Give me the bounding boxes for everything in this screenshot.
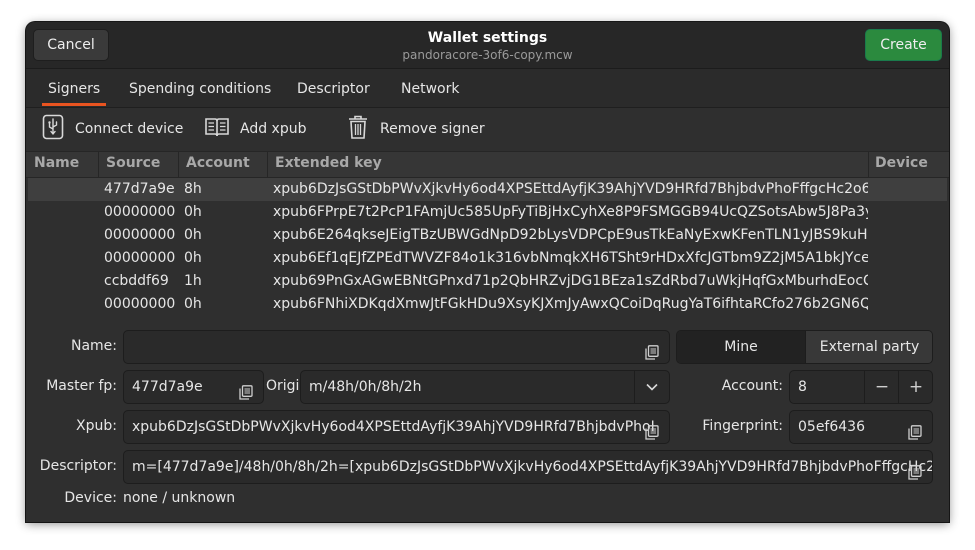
copy-icon[interactable] bbox=[908, 420, 922, 443]
signers-table-header: Name Source Account Extended key Device bbox=[26, 151, 949, 178]
decrement-button[interactable]: − bbox=[864, 371, 899, 403]
master-fp-field[interactable]: 477d7a9e bbox=[123, 370, 264, 404]
create-button[interactable]: Create bbox=[865, 29, 942, 61]
column-device[interactable]: Device bbox=[875, 155, 928, 171]
row-extended-key: xpub6FPrpE7t2PcP1FAmjUc585UpFyTiBjHxCyhX… bbox=[273, 204, 868, 220]
row-source: 00000000 bbox=[104, 227, 176, 243]
origin-value: m/48h/0h/8h/2h bbox=[309, 379, 422, 395]
usb-icon bbox=[41, 113, 75, 145]
row-account: 0h bbox=[184, 250, 202, 266]
signers-table-body: 477d7a9e 8h xpub6DzJsGStDbPWvXjkvHy6od4X… bbox=[26, 178, 949, 316]
xpub-label: Xpub: bbox=[76, 418, 117, 434]
table-row[interactable]: ccbddf69 1h xpub69PnGxAGwEBNtGPnxd71p2Qb… bbox=[28, 270, 947, 293]
row-account: 0h bbox=[184, 204, 202, 220]
row-source: ccbddf69 bbox=[104, 273, 169, 289]
master-fp-label: Master fp: bbox=[46, 378, 117, 394]
column-source[interactable]: Source bbox=[106, 155, 160, 171]
row-source: 00000000 bbox=[104, 204, 176, 220]
account-label: Account: bbox=[721, 378, 783, 394]
table-row[interactable]: 00000000 0h xpub6FPrpE7t2PcP1FAmjUc585Up… bbox=[28, 201, 947, 224]
tab-spending-conditions[interactable]: Spending conditions bbox=[129, 69, 271, 107]
signer-details-form: Name: Mine External party Master fp: 477… bbox=[26, 322, 949, 522]
row-account: 0h bbox=[184, 227, 202, 243]
dialog-title: Wallet settings bbox=[427, 30, 548, 46]
fingerprint-value: 05ef6436 bbox=[798, 419, 865, 435]
row-extended-key: xpub69PnGxAGwEBNtGPnxd71p2QbHRZvjDG1BEza… bbox=[273, 273, 868, 289]
signer-toolbar: Connect device Add xpub Remove signer bbox=[26, 108, 949, 150]
copy-icon[interactable] bbox=[645, 340, 659, 363]
remove-signer-button[interactable]: Remove signer bbox=[346, 108, 485, 150]
column-extended-key[interactable]: Extended key bbox=[275, 155, 382, 171]
row-source: 00000000 bbox=[104, 250, 176, 266]
add-xpub-button[interactable]: Add xpub bbox=[204, 108, 307, 150]
party-toggle: Mine External party bbox=[676, 330, 933, 364]
copy-icon[interactable] bbox=[908, 460, 922, 483]
column-account[interactable]: Account bbox=[186, 155, 250, 171]
table-row[interactable]: 477d7a9e 8h xpub6DzJsGStDbPWvXjkvHy6od4X… bbox=[28, 178, 947, 201]
row-account: 8h bbox=[184, 181, 202, 197]
add-xpub-label: Add xpub bbox=[240, 121, 307, 137]
master-fp-value: 477d7a9e bbox=[132, 379, 203, 395]
name-label: Name: bbox=[70, 338, 117, 354]
increment-button[interactable]: + bbox=[898, 371, 933, 403]
table-row[interactable]: 00000000 0h xpub6Ef1qEJfZPEdTWVZF84o1k31… bbox=[28, 247, 947, 270]
descriptor-label: Descriptor: bbox=[39, 458, 117, 474]
wallet-settings-dialog: Cancel Wallet settings pandoracore-3of6-… bbox=[26, 22, 949, 522]
tab-network[interactable]: Network bbox=[401, 69, 459, 107]
trash-icon bbox=[346, 114, 380, 144]
xpub-value: xpub6DzJsGStDbPWvXjkvHy6od4XPSEttdAyfjK3… bbox=[132, 419, 655, 435]
connect-device-label: Connect device bbox=[75, 121, 184, 137]
device-label: Device: bbox=[64, 490, 117, 506]
account-spinbutton[interactable]: 8 − + bbox=[789, 370, 933, 404]
row-source: 477d7a9e bbox=[104, 181, 175, 197]
chevron-down-icon[interactable] bbox=[634, 371, 669, 403]
device-value: none / unknown bbox=[123, 490, 236, 506]
external-party-option[interactable]: External party bbox=[805, 331, 932, 363]
origin-combo[interactable]: m/48h/0h/8h/2h bbox=[300, 370, 670, 404]
row-extended-key: xpub6FNhiXDKqdXmwJtFGkHDu9XsyKJXmJyAwxQC… bbox=[273, 296, 868, 312]
account-value: 8 bbox=[798, 379, 807, 395]
tab-bar: Signers Spending conditions Descriptor N… bbox=[26, 69, 949, 108]
row-account: 1h bbox=[184, 273, 202, 289]
tab-signers[interactable]: Signers bbox=[41, 69, 107, 107]
table-row[interactable]: 00000000 0h xpub6FNhiXDKqdXmwJtFGkHDu9Xs… bbox=[28, 293, 947, 316]
column-name[interactable]: Name bbox=[34, 155, 79, 171]
descriptor-field[interactable]: m=[477d7a9e]/48h/0h/8h/2h=[xpub6DzJsGStD… bbox=[123, 450, 933, 484]
fingerprint-label: Fingerprint: bbox=[702, 418, 783, 434]
xpub-field[interactable]: xpub6DzJsGStDbPWvXjkvHy6od4XPSEttdAyfjK3… bbox=[123, 410, 670, 444]
connect-device-button[interactable]: Connect device bbox=[41, 108, 183, 150]
row-account: 0h bbox=[184, 296, 202, 312]
row-extended-key: xpub6DzJsGStDbPWvXjkvHy6od4XPSEttdAyfjK3… bbox=[273, 181, 868, 197]
descriptor-value: m=[477d7a9e]/48h/0h/8h/2h=[xpub6DzJsGStD… bbox=[132, 459, 933, 475]
mine-option[interactable]: Mine bbox=[677, 331, 805, 363]
remove-signer-label: Remove signer bbox=[380, 121, 485, 137]
book-icon bbox=[204, 116, 240, 142]
table-row[interactable]: 00000000 0h xpub6E264qkseJEigTBzUBWGdNpD… bbox=[28, 224, 947, 247]
origin-label: Origin: bbox=[266, 378, 314, 394]
tab-descriptor[interactable]: Descriptor bbox=[297, 69, 370, 107]
row-source: 00000000 bbox=[104, 296, 176, 312]
copy-icon[interactable] bbox=[239, 380, 253, 403]
row-extended-key: xpub6E264qkseJEigTBzUBWGdNpD92bLysVDPCpE… bbox=[273, 227, 868, 243]
copy-icon[interactable] bbox=[645, 420, 659, 443]
dialog-subtitle: pandoracore-3of6-copy.mcw bbox=[402, 48, 573, 62]
row-extended-key: xpub6Ef1qEJfZPEdTWVZF84o1k316vbNmqkXH6TS… bbox=[273, 250, 868, 266]
name-field[interactable] bbox=[123, 330, 670, 364]
fingerprint-field[interactable]: 05ef6436 bbox=[789, 410, 933, 444]
title-block: Wallet settings pandoracore-3of6-copy.mc… bbox=[26, 29, 949, 63]
header-bar: Cancel Wallet settings pandoracore-3of6-… bbox=[26, 22, 949, 69]
